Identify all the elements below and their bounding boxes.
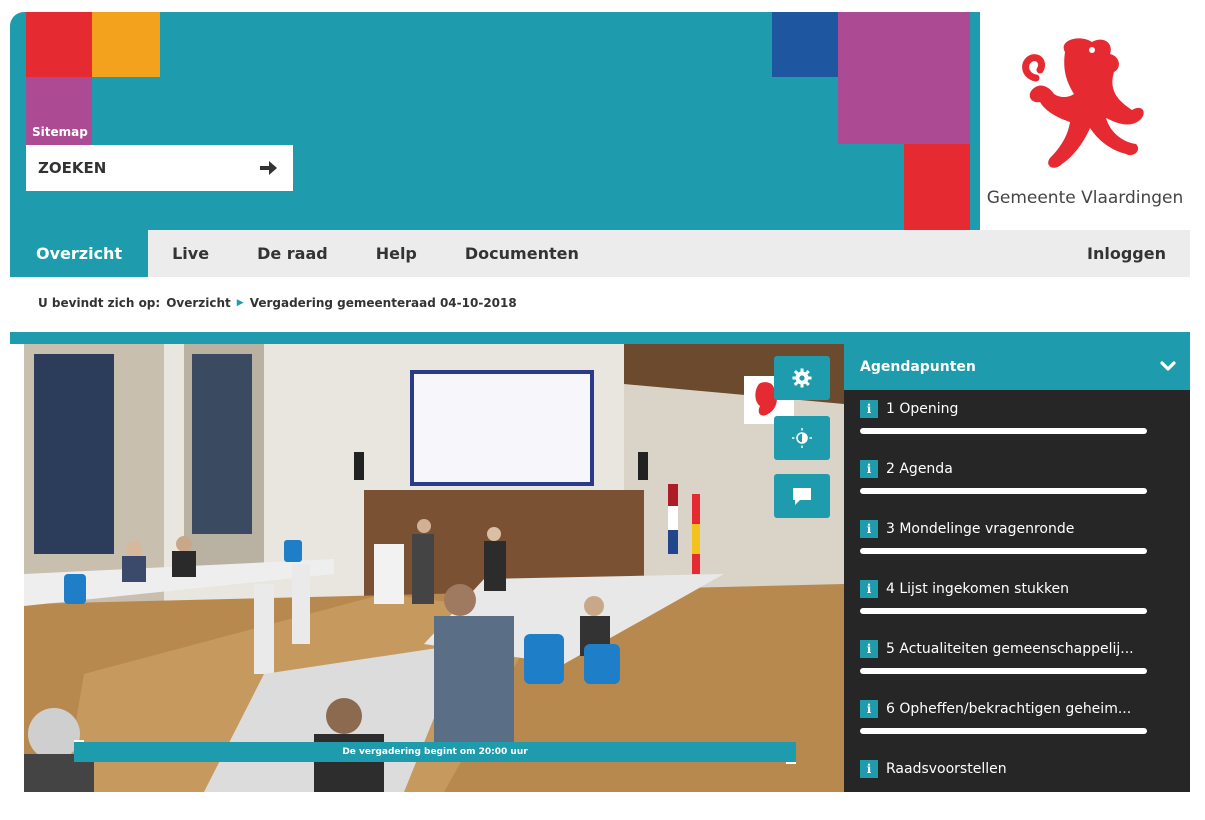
breadcrumb-item-overzicht[interactable]: Overzicht xyxy=(166,296,231,310)
sitemap-link[interactable]: Sitemap xyxy=(26,77,92,145)
info-icon[interactable]: i xyxy=(860,460,878,478)
agenda-item-bar xyxy=(860,608,1147,614)
agenda-title: Agendapunten xyxy=(860,359,976,375)
contrast-button[interactable] xyxy=(774,416,830,460)
video-player[interactable]: De vergadering begint om 20:00 uur xyxy=(24,344,844,792)
decor-block-red xyxy=(26,12,92,77)
info-icon[interactable]: i xyxy=(860,580,878,598)
info-icon[interactable]: i xyxy=(860,640,878,658)
agenda-panel: Agendapunten i 1 Opening i 2 Agenda i 3 Mon… xyxy=(844,344,1190,792)
municipality-name: Gemeente Vlaardingen xyxy=(986,188,1184,208)
chat-icon xyxy=(793,488,811,505)
agenda-item-label: 6 Opheffen/bekrachtigen geheim... xyxy=(886,701,1132,717)
agenda-header[interactable]: Agendapunten xyxy=(844,344,1190,390)
agenda-item-bar xyxy=(860,548,1147,554)
info-icon[interactable]: i xyxy=(860,760,878,778)
info-icon[interactable]: i xyxy=(860,520,878,538)
nav-item-de-raad[interactable]: De raad xyxy=(233,230,352,277)
settings-button[interactable] xyxy=(774,356,830,400)
meeting-status-text: De vergadering begint om 20:00 uur xyxy=(342,747,528,757)
nav-item-documenten[interactable]: Documenten xyxy=(441,230,603,277)
chat-button[interactable] xyxy=(774,474,830,518)
agenda-item-label: 3 Mondelinge vragenronde xyxy=(886,521,1075,537)
agenda-item-bar xyxy=(860,488,1147,494)
lion-emblem-icon xyxy=(1022,38,1144,168)
login-link[interactable]: Inloggen xyxy=(1063,230,1190,277)
video-frame xyxy=(24,344,844,792)
breadcrumb: U bevindt zich op: Overzicht ▶ Vergaderi… xyxy=(38,296,517,310)
agenda-item-label: 1 Opening xyxy=(886,401,959,417)
agenda-item[interactable]: i 6 Opheffen/bekrachtigen geheim... xyxy=(860,700,1190,760)
sitemap-label: Sitemap xyxy=(32,125,88,139)
gear-icon xyxy=(792,368,812,388)
agenda-item[interactable]: i 5 Actualiteiten gemeenschappelij... xyxy=(860,640,1190,700)
search-box xyxy=(26,145,293,191)
breadcrumb-item-current: Vergadering gemeenteraad 04-10-2018 xyxy=(249,296,517,310)
caret-right-icon: ▶ xyxy=(236,298,244,308)
arrow-right-icon[interactable] xyxy=(257,157,279,179)
contrast-icon xyxy=(792,428,812,448)
agenda-item[interactable]: i 1 Opening xyxy=(860,400,1190,460)
agenda-item[interactable]: i 3 Mondelinge vragenronde xyxy=(860,520,1190,580)
decor-block-red-small xyxy=(904,144,970,230)
search-input[interactable] xyxy=(38,159,238,177)
chevron-down-icon[interactable] xyxy=(1160,361,1176,373)
decor-block-purple xyxy=(838,12,970,144)
breadcrumb-prefix: U bevindt zich op: xyxy=(38,296,161,310)
site-header: Sitemap Gemeente Vlaardingen xyxy=(10,12,1190,230)
agenda-item-label: Raadsvoorstellen xyxy=(886,761,1007,777)
info-icon[interactable]: i xyxy=(860,400,878,418)
nav-item-overzicht[interactable]: Overzicht xyxy=(10,230,149,277)
decor-block-blue xyxy=(772,12,838,77)
agenda-item[interactable]: i 4 Lijst ingekomen stukken xyxy=(860,580,1190,640)
info-icon[interactable]: i xyxy=(860,700,878,718)
agenda-item[interactable]: i 2 Agenda xyxy=(860,460,1190,520)
agenda-item[interactable]: i Raadsvoorstellen xyxy=(860,760,1190,820)
municipality-logo[interactable]: Gemeente Vlaardingen xyxy=(970,12,1190,230)
agenda-item-label: 5 Actualiteiten gemeenschappelij... xyxy=(886,641,1134,657)
nav-item-live[interactable]: Live xyxy=(148,230,233,277)
agenda-item-label: 4 Lijst ingekomen stukken xyxy=(886,581,1070,597)
agenda-item-bar xyxy=(860,728,1147,734)
nav-item-help[interactable]: Help xyxy=(352,230,441,277)
agenda-item-bar xyxy=(860,428,1147,434)
content-top-bar xyxy=(10,332,1190,344)
agenda-item-bar xyxy=(860,668,1147,674)
agenda-item-label: 2 Agenda xyxy=(886,461,953,477)
main-nav: Overzicht Live De raad Help Documenten I… xyxy=(10,230,1190,277)
decor-block-orange xyxy=(92,12,160,77)
meeting-status-bar: De vergadering begint om 20:00 uur xyxy=(74,742,796,762)
agenda-list: i 1 Opening i 2 Agenda i 3 Mondelinge vrage… xyxy=(844,390,1190,820)
